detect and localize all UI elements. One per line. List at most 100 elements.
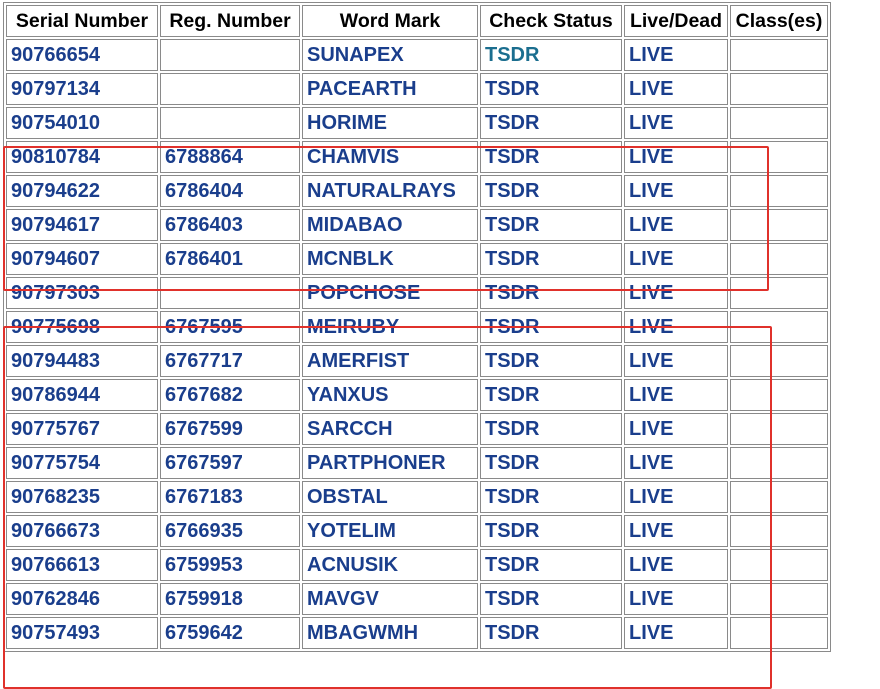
- serial-number-link[interactable]: 90766613: [11, 554, 100, 576]
- word-mark-link[interactable]: YOTELIM: [307, 520, 396, 542]
- live-dead-status: LIVE: [629, 621, 674, 644]
- word-mark-link[interactable]: MIDABAO: [307, 214, 403, 236]
- tsdr-status-link[interactable]: TSDR: [485, 588, 539, 610]
- serial-number-link[interactable]: 90794483: [11, 350, 100, 372]
- tsdr-status-link[interactable]: TSDR: [485, 214, 539, 236]
- reg-number-link[interactable]: 6766935: [165, 520, 243, 542]
- reg-number-link[interactable]: 6759642: [165, 622, 243, 644]
- reg-number-link[interactable]: 6767682: [165, 384, 243, 406]
- cell-mark: ACNUSIK: [302, 549, 478, 581]
- serial-number-link[interactable]: 90754010: [11, 112, 100, 134]
- cell-serial: 90797303: [6, 277, 158, 309]
- serial-number-link[interactable]: 90797134: [11, 78, 100, 100]
- tsdr-status-link[interactable]: TSDR: [485, 384, 539, 406]
- reg-number-link[interactable]: 6786401: [165, 248, 243, 270]
- header-serial-number[interactable]: Serial Number: [6, 5, 158, 37]
- serial-number-link[interactable]: 90775754: [11, 452, 100, 474]
- word-mark-link[interactable]: PARTPHONER: [307, 452, 446, 474]
- word-mark-link[interactable]: MAVGV: [307, 588, 379, 610]
- word-mark-link[interactable]: PACEARTH: [307, 78, 417, 100]
- tsdr-status-link[interactable]: TSDR: [485, 248, 539, 270]
- word-mark-link[interactable]: MBAGWMH: [307, 622, 418, 644]
- cell-mark: SUNAPEX: [302, 39, 478, 71]
- reg-number-link[interactable]: 6759918: [165, 588, 243, 610]
- word-mark-link[interactable]: OBSTAL: [307, 486, 388, 508]
- cell-classes: [730, 39, 828, 71]
- tsdr-status-link[interactable]: TSDR: [485, 112, 539, 134]
- word-mark-link[interactable]: ACNUSIK: [307, 554, 398, 576]
- reg-number-link[interactable]: 6767599: [165, 418, 243, 440]
- serial-number-link[interactable]: 90775767: [11, 418, 100, 440]
- table-row: 90797134 PACEARTH TSDR LIVE: [6, 73, 828, 105]
- header-live-dead[interactable]: Live/Dead: [624, 5, 728, 37]
- tsdr-status-link[interactable]: TSDR: [485, 486, 539, 508]
- reg-number-link[interactable]: 6767717: [165, 350, 243, 372]
- header-classes[interactable]: Class(es): [730, 5, 828, 37]
- word-mark-link[interactable]: CHAMVIS: [307, 146, 399, 168]
- cell-serial: 90797134: [6, 73, 158, 105]
- table-row: 90762846 6759918 MAVGV TSDR LIVE: [6, 583, 828, 615]
- serial-number-link[interactable]: 90766673: [11, 520, 100, 542]
- reg-number-link[interactable]: 6786403: [165, 214, 243, 236]
- cell-status: TSDR: [480, 481, 622, 513]
- serial-number-link[interactable]: 90757493: [11, 622, 100, 644]
- reg-number-link[interactable]: 6767183: [165, 486, 243, 508]
- table-row: 90810784 6788864 CHAMVIS TSDR LIVE: [6, 141, 828, 173]
- cell-reg: [160, 39, 300, 71]
- tsdr-status-link[interactable]: TSDR: [485, 452, 539, 474]
- header-reg-number[interactable]: Reg. Number: [160, 5, 300, 37]
- serial-number-link[interactable]: 90766654: [11, 44, 100, 66]
- serial-number-link[interactable]: 90797303: [11, 282, 100, 304]
- word-mark-link[interactable]: YANXUS: [307, 384, 389, 406]
- word-mark-link[interactable]: AMERFIST: [307, 350, 409, 372]
- cell-live: LIVE: [624, 243, 728, 275]
- word-mark-link[interactable]: MCNBLK: [307, 248, 394, 270]
- reg-number-link[interactable]: 6767597: [165, 452, 243, 474]
- cell-serial: 90768235: [6, 481, 158, 513]
- cell-reg: 6767595: [160, 311, 300, 343]
- word-mark-link[interactable]: HORIME: [307, 112, 387, 134]
- serial-number-link[interactable]: 90794622: [11, 180, 100, 202]
- reg-number-link[interactable]: 6767595: [165, 316, 243, 338]
- tsdr-status-link[interactable]: TSDR: [485, 554, 539, 576]
- serial-number-link[interactable]: 90794607: [11, 248, 100, 270]
- header-check-status[interactable]: Check Status: [480, 5, 622, 37]
- header-word-mark[interactable]: Word Mark: [302, 5, 478, 37]
- tsdr-status-link[interactable]: TSDR: [485, 520, 539, 542]
- tsdr-status-link[interactable]: TSDR: [485, 622, 539, 644]
- reg-number-link[interactable]: 6759953: [165, 554, 243, 576]
- cell-serial: 90810784: [6, 141, 158, 173]
- table-row: 90794607 6786401 MCNBLK TSDR LIVE: [6, 243, 828, 275]
- live-dead-status: LIVE: [629, 77, 674, 100]
- word-mark-link[interactable]: NATURALRAYS: [307, 180, 456, 202]
- tsdr-status-link[interactable]: TSDR: [485, 350, 539, 372]
- reg-number-link[interactable]: 6786404: [165, 180, 243, 202]
- tsdr-status-link[interactable]: TSDR: [485, 282, 539, 304]
- cell-live: LIVE: [624, 617, 728, 649]
- word-mark-link[interactable]: MEIRUBY: [307, 316, 399, 338]
- cell-classes: [730, 345, 828, 377]
- cell-serial: 90754010: [6, 107, 158, 139]
- serial-number-link[interactable]: 90762846: [11, 588, 100, 610]
- serial-number-link[interactable]: 90786944: [11, 384, 100, 406]
- word-mark-link[interactable]: SARCCH: [307, 418, 393, 440]
- serial-number-link[interactable]: 90775698: [11, 316, 100, 338]
- serial-number-link[interactable]: 90794617: [11, 214, 100, 236]
- cell-mark: PARTPHONER: [302, 447, 478, 479]
- word-mark-link[interactable]: POPCHOSE: [307, 282, 420, 304]
- tsdr-status-link[interactable]: TSDR: [485, 78, 539, 100]
- tsdr-status-link[interactable]: TSDR: [485, 146, 539, 168]
- cell-reg: 6767599: [160, 413, 300, 445]
- tsdr-status-link[interactable]: TSDR: [485, 316, 539, 338]
- tsdr-status-link[interactable]: TSDR: [485, 418, 539, 440]
- tsdr-status-link[interactable]: TSDR: [485, 180, 539, 202]
- word-mark-link[interactable]: SUNAPEX: [307, 44, 404, 66]
- tsdr-status-link[interactable]: TSDR: [485, 44, 539, 66]
- serial-number-link[interactable]: 90768235: [11, 486, 100, 508]
- cell-status: TSDR: [480, 107, 622, 139]
- live-dead-status: LIVE: [629, 247, 674, 270]
- serial-number-link[interactable]: 90810784: [11, 146, 100, 168]
- reg-number-link[interactable]: 6788864: [165, 146, 243, 168]
- cell-serial: 90786944: [6, 379, 158, 411]
- cell-serial: 90766654: [6, 39, 158, 71]
